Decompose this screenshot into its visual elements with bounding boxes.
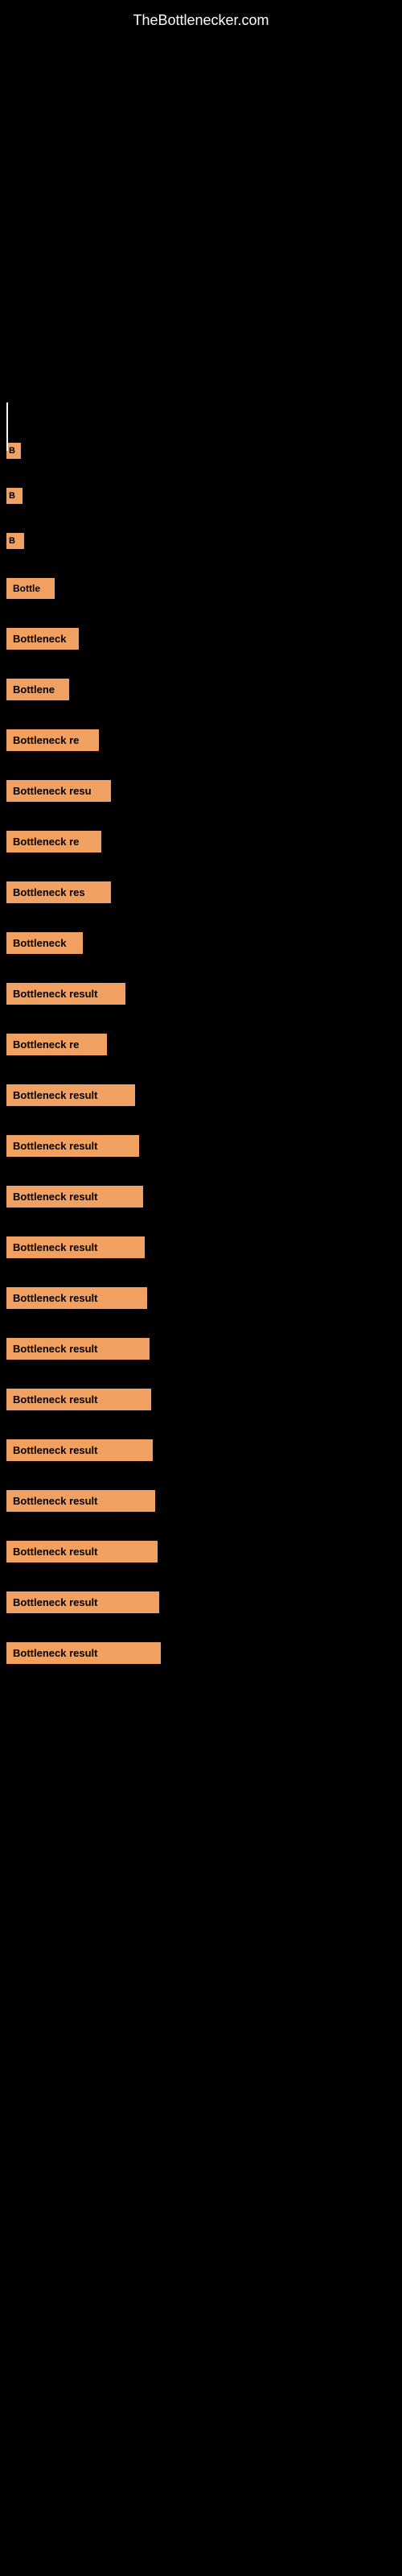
list-item: Bottleneck re	[6, 1030, 402, 1059]
list-item: B	[6, 440, 402, 462]
list-item: Bottleneck result	[6, 1588, 402, 1616]
spacer	[6, 1014, 402, 1030]
bottleneck-label: Bottleneck result	[6, 1389, 151, 1410]
list-item: Bottleneck re	[6, 828, 402, 856]
spacer	[6, 559, 402, 575]
list-item: B	[6, 530, 402, 552]
list-item: Bottle	[6, 575, 402, 602]
bottleneck-label: Bottle	[6, 578, 55, 599]
bottleneck-label: Bottleneck result	[6, 1439, 153, 1461]
list-item: Bottleneck result	[6, 1183, 402, 1211]
bottleneck-label: Bottleneck	[6, 628, 79, 650]
bottleneck-label: Bottleneck resu	[6, 780, 111, 802]
bottleneck-label: Bottleneck result	[6, 1490, 155, 1512]
spacer	[6, 1471, 402, 1487]
spacer	[6, 514, 402, 530]
bottleneck-label: Bottleneck result	[6, 1084, 135, 1106]
spacer	[6, 1166, 402, 1183]
list-item: Bottlene	[6, 675, 402, 704]
list-item: Bottleneck resu	[6, 777, 402, 805]
spacer	[6, 913, 402, 929]
list-item: Bottleneck result	[6, 1233, 402, 1261]
spacer	[6, 1521, 402, 1538]
spacer	[6, 1572, 402, 1588]
list-item: Bottleneck result	[6, 1132, 402, 1160]
bottleneck-label: B	[6, 488, 23, 504]
list-item: Bottleneck result	[6, 1639, 402, 1667]
spacer	[6, 862, 402, 878]
bottleneck-label: Bottleneck result	[6, 1236, 145, 1258]
list-item: Bottleneck result	[6, 1081, 402, 1109]
spacer	[6, 811, 402, 828]
main-container: TheBottlenecker.com BBBBottleBottleneckB…	[0, 0, 402, 1690]
spacer	[6, 1420, 402, 1436]
spacer	[6, 1623, 402, 1639]
bottleneck-label: Bottleneck re	[6, 1034, 107, 1055]
bottleneck-label: Bottlene	[6, 679, 69, 700]
bottleneck-label: Bottleneck result	[6, 1338, 150, 1360]
bottleneck-label: Bottleneck result	[6, 1591, 159, 1613]
spacer	[6, 1217, 402, 1233]
bottleneck-label: Bottleneck re	[6, 831, 101, 852]
list-item: B	[6, 485, 402, 507]
items-wrapper: B B B Bottle Bottleneck Bottlene Bottleneck re…	[0, 37, 402, 1690]
spacer	[6, 659, 402, 675]
list-item: Bottleneck result	[6, 1385, 402, 1414]
spacer	[6, 710, 402, 726]
site-title: TheBottlenecker.com	[0, 0, 402, 37]
spacer	[6, 1268, 402, 1284]
spacer	[6, 1116, 402, 1132]
spacer	[6, 609, 402, 625]
spacer	[6, 469, 402, 485]
bottleneck-label: Bottleneck result	[6, 1541, 158, 1563]
bottleneck-label: B	[6, 533, 24, 549]
list-item: Bottleneck	[6, 929, 402, 957]
list-item: Bottleneck result	[6, 1284, 402, 1312]
bottleneck-label: Bottleneck result	[6, 1186, 143, 1208]
list-item: Bottleneck re	[6, 726, 402, 754]
bottleneck-label: Bottleneck re	[6, 729, 99, 751]
spacer	[6, 1674, 402, 1690]
bottleneck-label: Bottleneck result	[6, 1287, 147, 1309]
spacer	[6, 761, 402, 777]
bottleneck-label: Bottleneck result	[6, 1642, 161, 1664]
list-item: Bottleneck result	[6, 980, 402, 1008]
list-item: Bottleneck result	[6, 1436, 402, 1464]
spacer	[6, 964, 402, 980]
bottleneck-label: Bottleneck res	[6, 881, 111, 903]
list-item: Bottleneck result	[6, 1487, 402, 1515]
list-item: Bottleneck res	[6, 878, 402, 906]
bottleneck-label: Bottleneck result	[6, 1135, 139, 1157]
list-item: Bottleneck result	[6, 1538, 402, 1566]
spacer	[6, 1065, 402, 1081]
bottleneck-label: Bottleneck	[6, 932, 83, 954]
bottleneck-label: Bottleneck result	[6, 983, 125, 1005]
bottleneck-label: B	[6, 443, 21, 459]
spacer	[6, 1319, 402, 1335]
vertical-line	[6, 402, 8, 451]
list-item: Bottleneck	[6, 625, 402, 653]
list-item: Bottleneck result	[6, 1335, 402, 1363]
spacer	[6, 1369, 402, 1385]
